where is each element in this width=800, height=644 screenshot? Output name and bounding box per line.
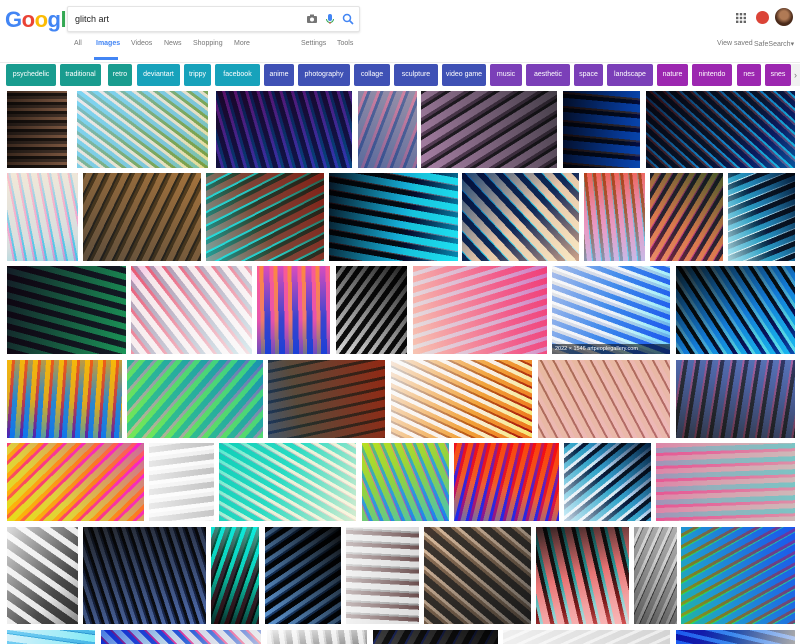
image-result[interactable]: [329, 173, 458, 261]
image-result[interactable]: [650, 173, 723, 261]
image-result[interactable]: [7, 443, 144, 521]
image-dimensions-caption: 2022 × 1546 artpeoplegallery.com: [552, 344, 670, 354]
image-result[interactable]: [563, 91, 640, 168]
safesearch-link[interactable]: SafeSearch▾: [754, 40, 794, 48]
image-result[interactable]: [336, 266, 407, 354]
chip-landscape[interactable]: landscape: [607, 64, 653, 86]
chip-nintendo[interactable]: nintendo: [692, 64, 732, 86]
image-result[interactable]: [646, 91, 795, 168]
chips-next-arrow-icon[interactable]: ›: [791, 64, 800, 86]
chip-snes[interactable]: snes: [765, 64, 791, 86]
image-result[interactable]: [676, 266, 795, 354]
image-result[interactable]: [454, 443, 559, 521]
chip-psychedelic[interactable]: psychedelic: [6, 64, 56, 86]
tab-news[interactable]: News: [164, 40, 182, 47]
tab-videos[interactable]: Videos: [131, 40, 152, 47]
logo-letter-g: G: [5, 7, 22, 32]
chip-nes[interactable]: nes: [737, 64, 761, 86]
image-result[interactable]: [362, 443, 449, 521]
image-result[interactable]: [83, 527, 206, 624]
image-result[interactable]: [676, 360, 795, 438]
chip-space[interactable]: space: [574, 64, 603, 86]
search-icon[interactable]: [341, 12, 355, 26]
image-result[interactable]: [219, 443, 356, 521]
chip-sculpture[interactable]: sculpture: [394, 64, 438, 86]
chip-music[interactable]: music: [490, 64, 522, 86]
image-result[interactable]: [391, 360, 532, 438]
image-result[interactable]: [206, 173, 324, 261]
image-result[interactable]: [424, 527, 531, 624]
chip-nature[interactable]: nature: [657, 64, 688, 86]
image-result[interactable]: [503, 630, 670, 644]
image-result[interactable]: [681, 527, 795, 624]
tools-link[interactable]: Tools: [337, 40, 353, 47]
image-result[interactable]: [77, 91, 208, 168]
image-result[interactable]: [7, 91, 67, 168]
image-result[interactable]: [7, 266, 126, 354]
apps-grid-icon[interactable]: [736, 13, 746, 23]
image-result[interactable]: [216, 91, 352, 168]
settings-link[interactable]: Settings: [301, 40, 326, 47]
search-box: [67, 6, 360, 32]
logo-letter-g2: g: [47, 7, 61, 32]
image-result[interactable]: [564, 443, 651, 521]
chip-deviantart[interactable]: deviantart: [137, 64, 180, 86]
image-result[interactable]: [101, 630, 261, 644]
header: Google All Images Videos News Shopping M…: [0, 0, 800, 63]
image-result[interactable]: [373, 630, 498, 644]
image-result[interactable]: [538, 360, 670, 438]
microphone-icon[interactable]: [323, 12, 337, 26]
avatar[interactable]: [775, 8, 793, 26]
image-result[interactable]: [211, 527, 259, 624]
safesearch-label: SafeSearch: [754, 41, 791, 48]
chip-trippy[interactable]: trippy: [184, 64, 211, 86]
image-result[interactable]: [127, 360, 263, 438]
active-tab-indicator: [94, 57, 118, 60]
image-result[interactable]: 2022 × 1546 artpeoplegallery.com: [552, 266, 670, 354]
image-result[interactable]: [7, 527, 78, 624]
image-result[interactable]: [462, 173, 579, 261]
image-result[interactable]: [656, 443, 795, 521]
image-result[interactable]: [413, 266, 547, 354]
image-result[interactable]: [358, 91, 417, 168]
image-result[interactable]: [728, 173, 795, 261]
chip-traditional[interactable]: traditional: [60, 64, 101, 86]
chip-collage[interactable]: collage: [354, 64, 390, 86]
tab-all[interactable]: All: [74, 40, 82, 47]
image-result[interactable]: [267, 630, 367, 644]
chip-aesthetic[interactable]: aesthetic: [526, 64, 570, 86]
image-result[interactable]: [265, 527, 341, 624]
chip-facebook[interactable]: facebook: [215, 64, 260, 86]
tab-shopping[interactable]: Shopping: [193, 40, 223, 47]
image-result[interactable]: [7, 173, 78, 261]
image-result[interactable]: [131, 266, 252, 354]
image-result[interactable]: [346, 527, 419, 624]
camera-icon[interactable]: [305, 12, 319, 26]
chip-photography[interactable]: photography: [298, 64, 350, 86]
logo-letter-o2: o: [34, 7, 48, 32]
image-result[interactable]: [676, 630, 795, 644]
search-input[interactable]: [75, 11, 285, 26]
view-saved-link[interactable]: View saved: [717, 40, 753, 47]
image-result[interactable]: [421, 91, 557, 168]
tab-images[interactable]: Images: [96, 40, 120, 47]
image-result[interactable]: [7, 630, 95, 644]
chip-retro[interactable]: retro: [108, 64, 132, 86]
image-result[interactable]: [83, 173, 201, 261]
tab-more[interactable]: More: [234, 40, 250, 47]
notifications-icon[interactable]: [756, 11, 769, 24]
image-result[interactable]: [7, 360, 122, 438]
image-result[interactable]: [268, 360, 385, 438]
logo-letter-o1: o: [21, 7, 35, 32]
image-result[interactable]: [536, 527, 629, 624]
chip-anime[interactable]: anime: [264, 64, 294, 86]
chip-video-game[interactable]: video game: [442, 64, 486, 86]
image-result[interactable]: [257, 266, 330, 354]
safesearch-arrow-icon: ▾: [790, 41, 795, 48]
image-result[interactable]: [584, 173, 645, 261]
image-result[interactable]: [149, 443, 214, 521]
image-result[interactable]: [634, 527, 677, 624]
